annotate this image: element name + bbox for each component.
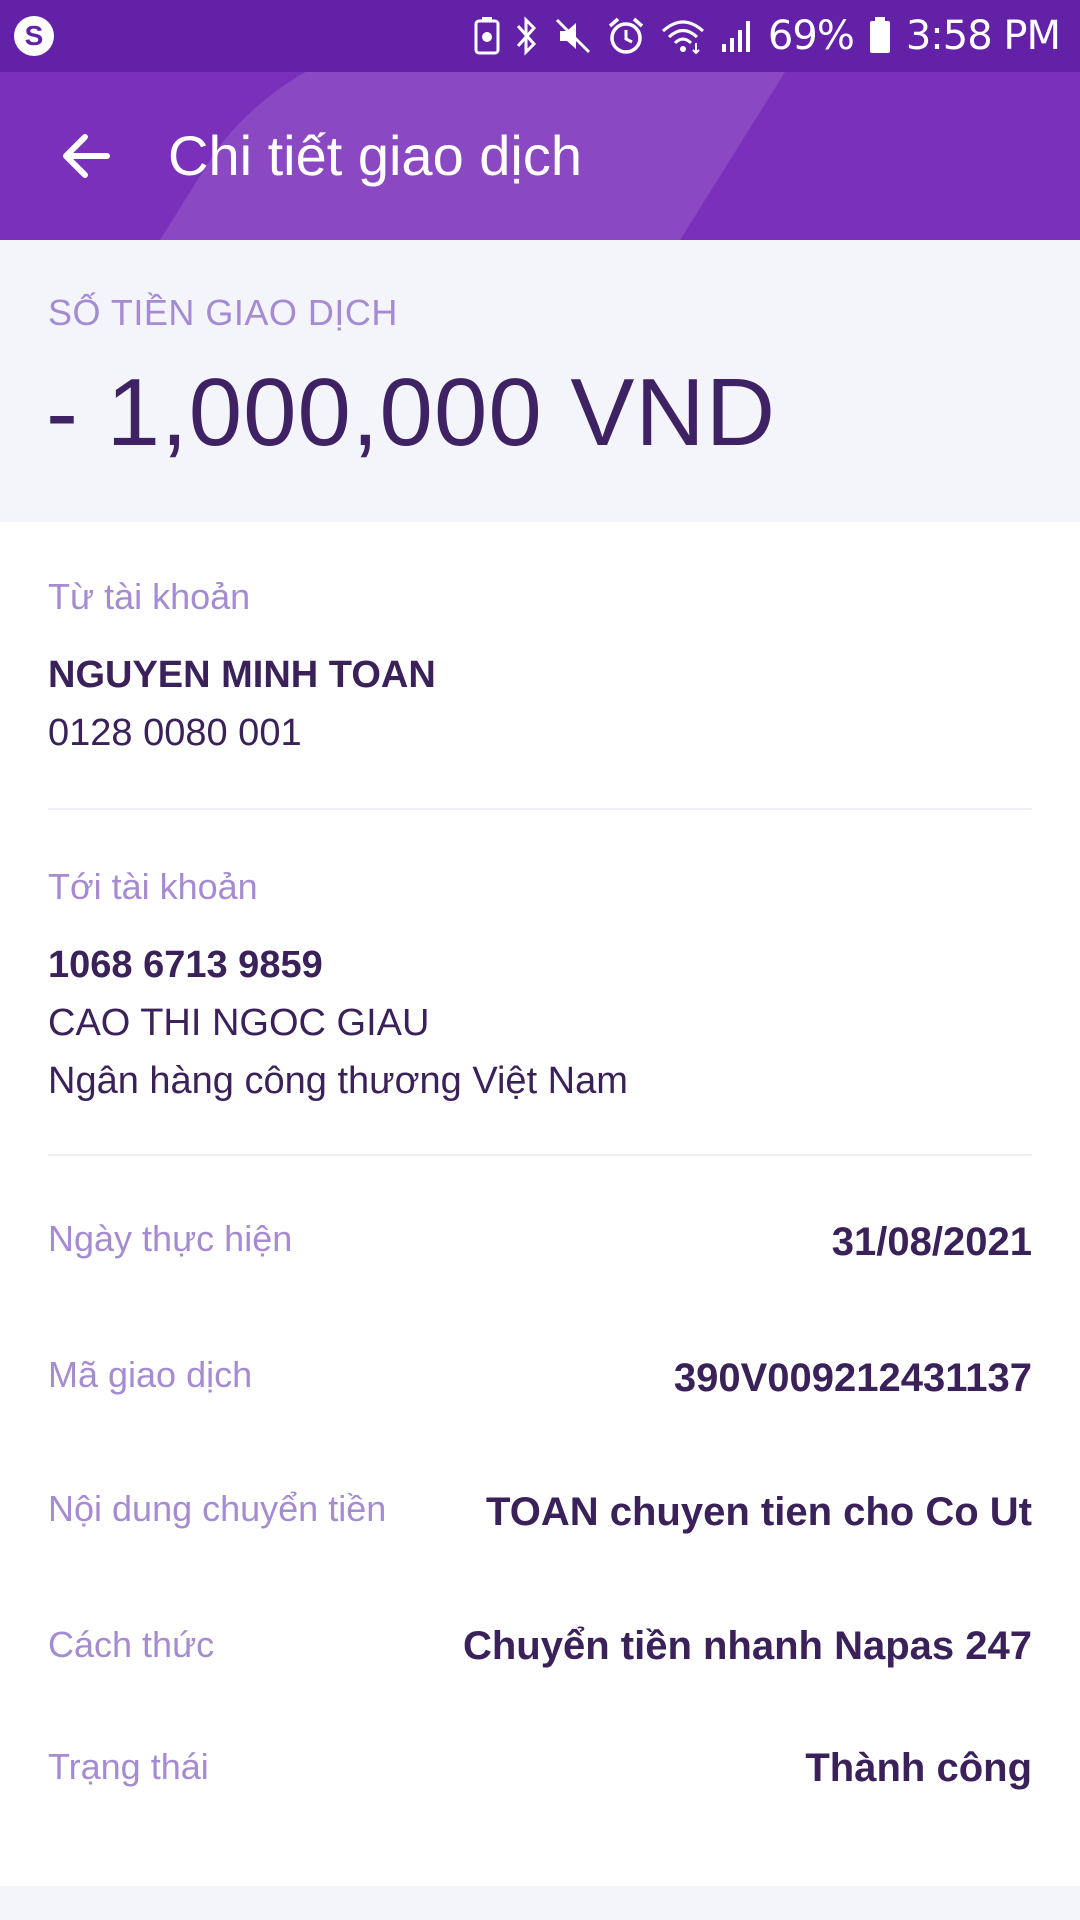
battery-saver-icon: [474, 17, 500, 55]
battery-icon: [869, 17, 890, 53]
method-label: Cách thức: [48, 1624, 215, 1665]
alarm-icon: [608, 17, 644, 54]
transaction-id-label: Mã giao dịch: [48, 1354, 253, 1395]
page-title: Chi tiết giao dịch: [168, 124, 583, 187]
status-value: Thành công: [805, 1746, 1032, 1790]
date-label: Ngày thực hiện: [48, 1218, 293, 1259]
transaction-id-value: 390V009212431137: [673, 1356, 1032, 1400]
to-account-name: CAO THI NGOC GIAU: [48, 1002, 430, 1044]
from-account-number: 0128 0080 001: [48, 712, 302, 754]
back-button[interactable]: [50, 120, 122, 192]
amount-label: SỐ TIỀN GIAO DỊCH: [48, 292, 398, 333]
arrow-left-icon: [63, 134, 110, 178]
divider: [48, 808, 1032, 810]
status-label: Trạng thái: [48, 1746, 209, 1787]
to-account-bank: Ngân hàng công thương Việt Nam: [48, 1060, 628, 1102]
wifi-icon: [661, 20, 704, 55]
mute-icon: [555, 18, 590, 54]
from-account-label: Từ tài khoản: [48, 576, 251, 617]
message-label: Nội dung chuyển tiền: [48, 1488, 387, 1529]
app-bar: Chi tiết giao dịch: [0, 72, 1080, 240]
signal-icon: [721, 21, 750, 52]
to-account-label: Tới tài khoản: [48, 866, 258, 907]
method-value: Chuyển tiền nhanh Napas 247: [462, 1624, 1032, 1668]
date-value: 31/08/2021: [831, 1220, 1032, 1264]
amount-section: SỐ TIỀN GIAO DỊCH - 1,000,000 VND: [0, 240, 1080, 522]
divider: [48, 1154, 1032, 1156]
amount-value: - 1,000,000 VND: [46, 359, 777, 466]
battery-percent: 69%: [767, 13, 855, 59]
bluetooth-icon: [516, 16, 536, 56]
from-account-name: NGUYEN MINH TOAN: [48, 654, 436, 696]
skype-icon: S: [14, 16, 54, 56]
message-value: TOAN chuyen tien cho Co Ut: [486, 1490, 1032, 1534]
to-account-number: 1068 6713 9859: [48, 944, 323, 986]
clock-time: 3:58 PM: [905, 13, 1061, 59]
transaction-details: Từ tài khoản NGUYEN MINH TOAN 0128 0080 …: [0, 522, 1080, 1886]
status-bar: S 69% 3:58 PM: [0, 0, 1080, 72]
